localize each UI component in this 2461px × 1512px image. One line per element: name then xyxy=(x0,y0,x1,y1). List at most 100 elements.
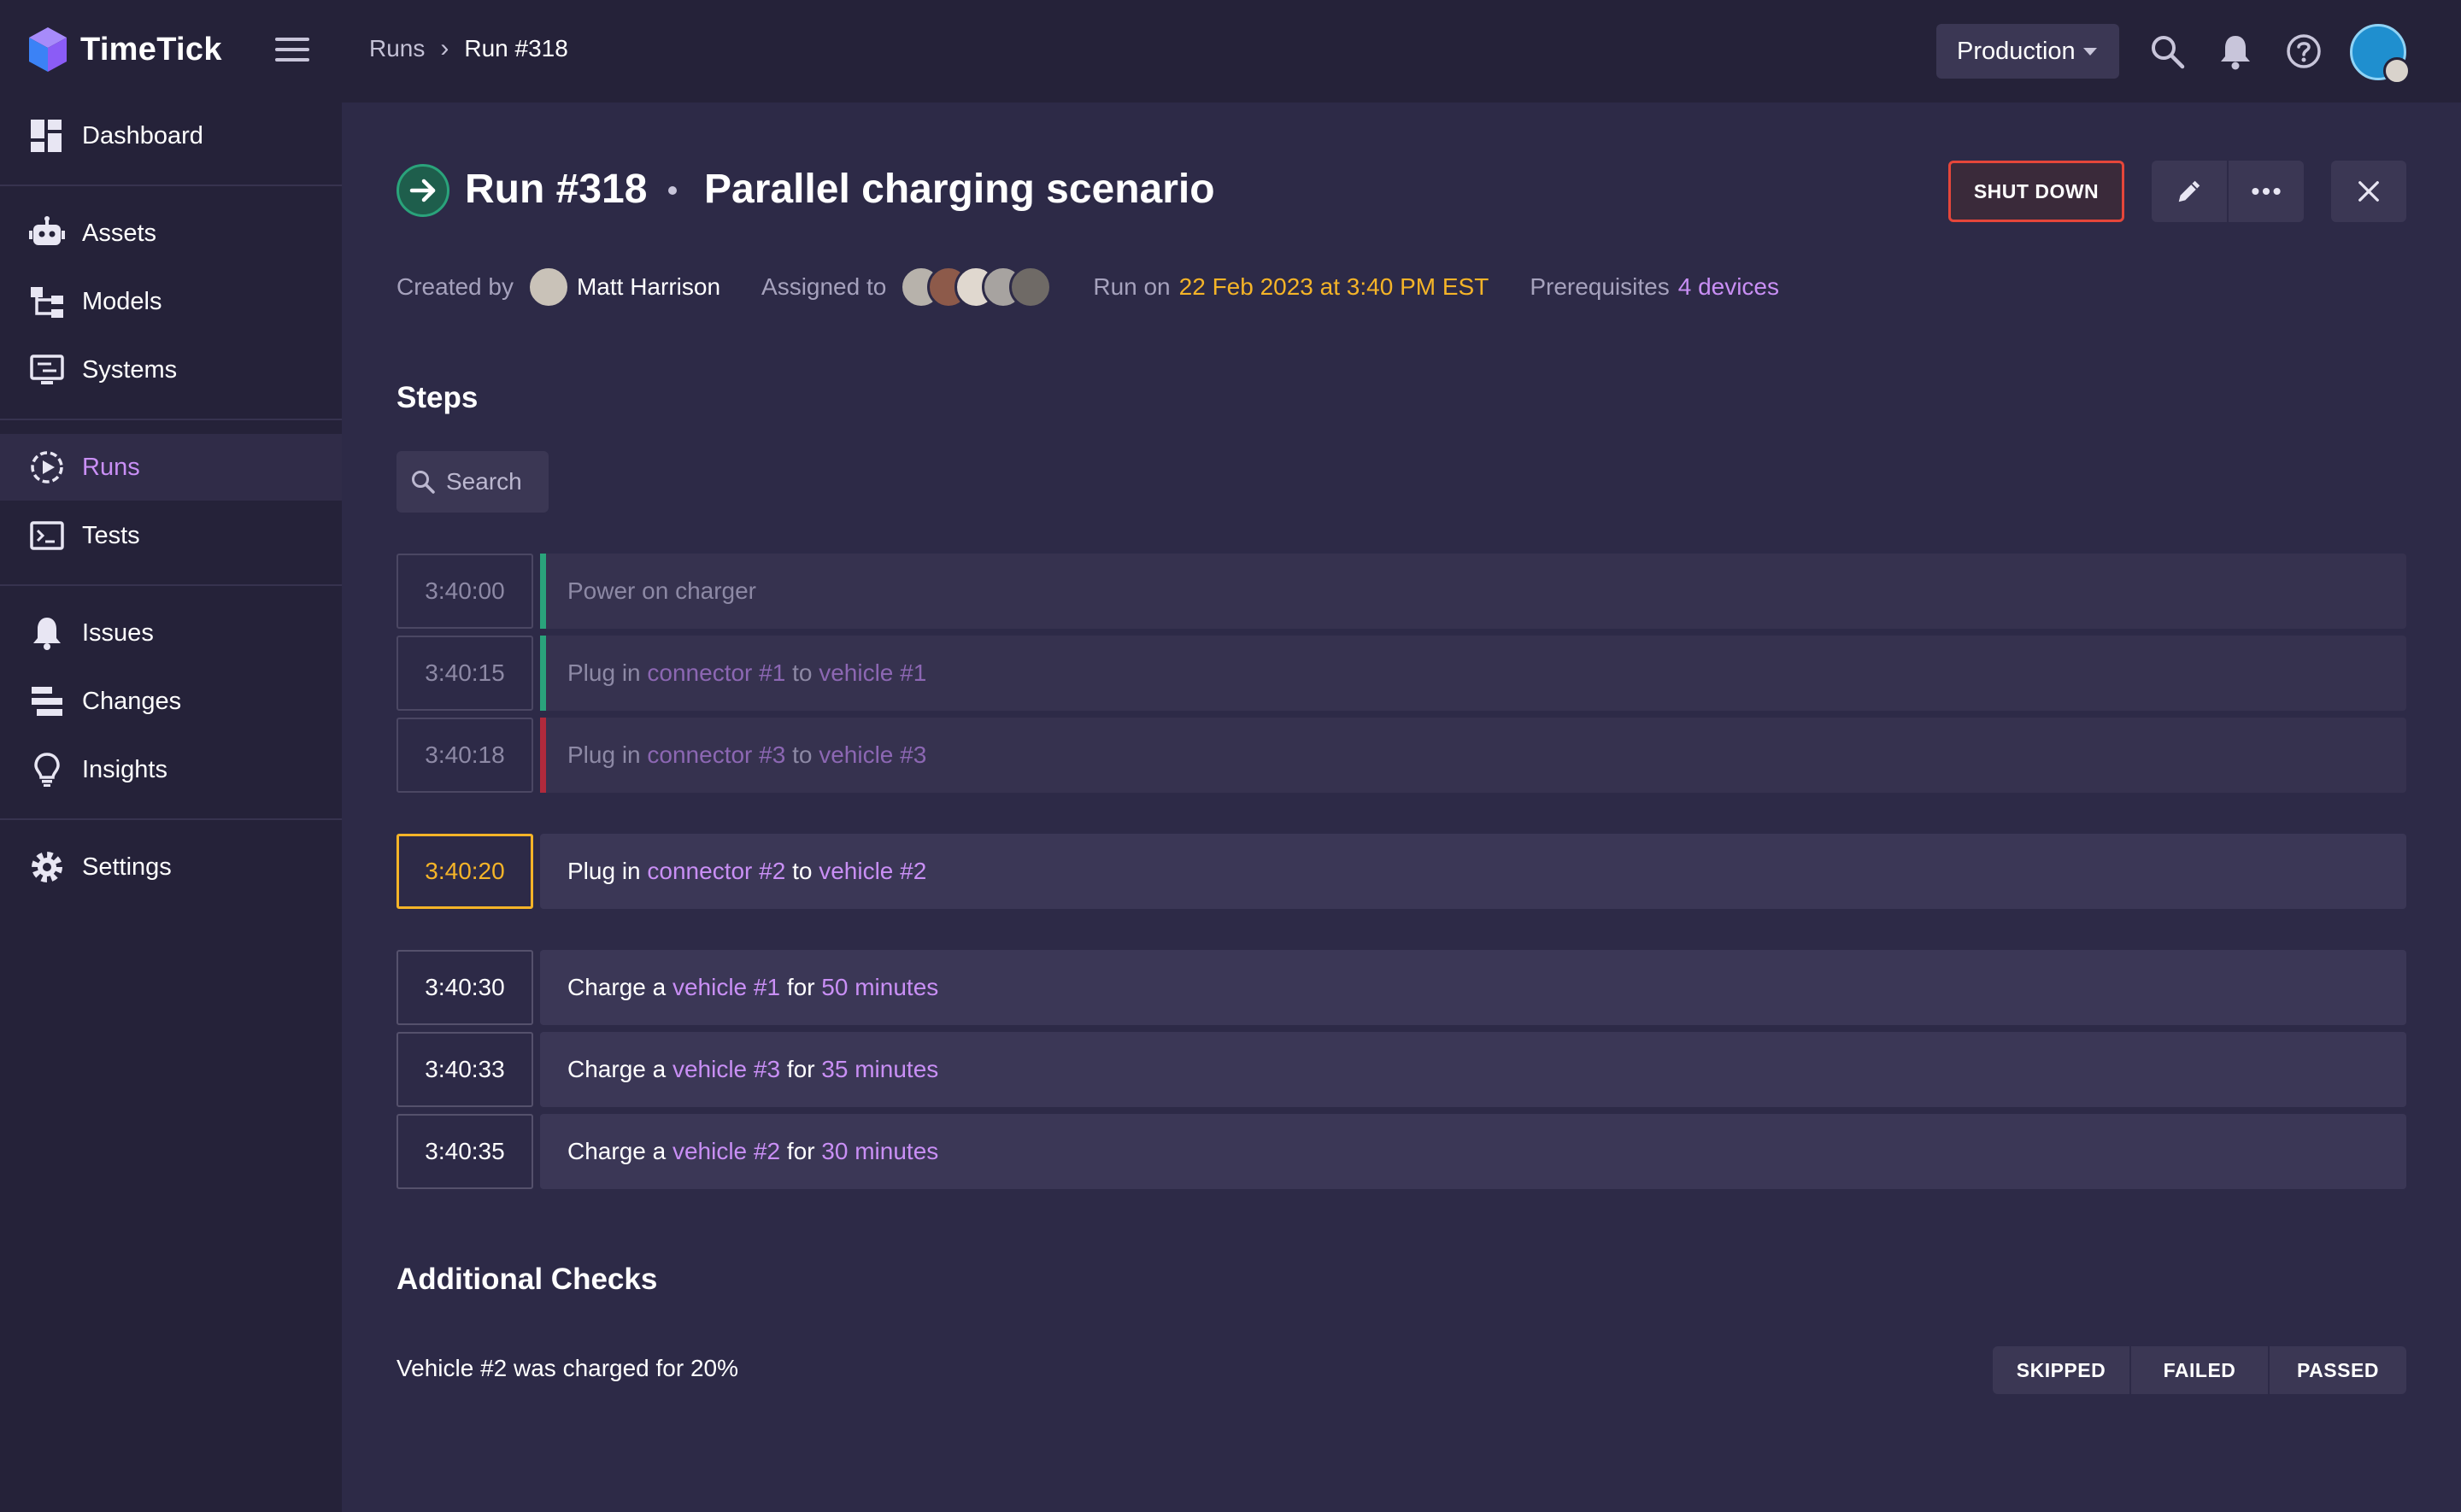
run-status-icon xyxy=(396,164,449,217)
step-text: for xyxy=(780,974,822,1000)
step-description: Plug in connector #2 to vehicle #2 xyxy=(540,834,2406,909)
sidebar-item-label: Models xyxy=(82,287,162,315)
step-time[interactable]: 3:40:15 xyxy=(396,636,533,711)
sidebar-item-changes[interactable]: Changes xyxy=(0,668,342,735)
sidebar-item-systems[interactable]: Systems xyxy=(0,337,342,403)
step-text: Charge a xyxy=(567,1056,673,1082)
sidebar-item-assets[interactable]: Assets xyxy=(0,200,342,267)
environment-select-value: Production xyxy=(1957,37,2076,65)
close-button[interactable] xyxy=(2331,161,2406,222)
terminal-icon xyxy=(30,521,64,550)
step-text: to xyxy=(785,659,819,686)
step-row[interactable]: 3:40:00 Power on charger xyxy=(396,554,2406,629)
title-separator-dot xyxy=(668,186,677,195)
environment-select[interactable]: Production xyxy=(1936,24,2119,79)
assignee-avatar[interactable] xyxy=(1009,266,1053,308)
step-description: Power on charger xyxy=(540,554,2406,629)
step-time[interactable]: 3:40:18 xyxy=(396,718,533,793)
passed-button[interactable]: PASSED xyxy=(2270,1346,2406,1394)
step-text: to xyxy=(785,741,819,768)
search-placeholder: Search xyxy=(446,468,522,495)
step-entity-link[interactable]: vehicle #3 xyxy=(819,741,926,769)
step-description: Charge a vehicle #2 for 30 minutes xyxy=(540,1114,2406,1189)
arrow-right-icon xyxy=(409,179,436,202)
edit-button[interactable] xyxy=(2152,161,2227,222)
step-time[interactable]: 3:40:33 xyxy=(396,1032,533,1107)
step-entity-link[interactable]: connector #3 xyxy=(647,741,785,769)
step-description: Plug in connector #3 to vehicle #3 xyxy=(540,718,2406,793)
sidebar-item-label: Insights xyxy=(82,755,167,783)
step-time[interactable]: 3:40:20 xyxy=(396,834,533,909)
sidebar-item-label: Assets xyxy=(82,219,157,247)
prerequisites-link[interactable]: 4 devices xyxy=(1678,273,1779,301)
step-time[interactable]: 3:40:30 xyxy=(396,950,533,1025)
step-time[interactable]: 3:40:35 xyxy=(396,1114,533,1189)
sidebar-item-insights[interactable]: Insights xyxy=(0,736,342,803)
nav-divider xyxy=(0,419,342,420)
step-text: Charge a xyxy=(567,974,673,1000)
dashboard-icon xyxy=(31,120,62,152)
step-entity-link[interactable]: 30 minutes xyxy=(821,1138,938,1165)
step-text: Power on charger xyxy=(567,577,757,604)
sidebar-item-dashboard[interactable]: Dashboard xyxy=(0,103,342,169)
robot-icon xyxy=(29,216,65,245)
step-entity-link[interactable]: vehicle #1 xyxy=(819,659,926,687)
assignee-avatars[interactable] xyxy=(900,266,1053,308)
sidebar-item-models[interactable]: Models xyxy=(0,268,342,335)
run-on-date: 22 Feb 2023 at 3:40 PM EST xyxy=(1178,273,1489,300)
breadcrumb-runs-link[interactable]: Runs xyxy=(369,35,425,62)
failed-button[interactable]: FAILED xyxy=(2131,1346,2268,1394)
step-time[interactable]: 3:40:00 xyxy=(396,554,533,629)
prerequisites-label: Prerequisites xyxy=(1530,273,1670,300)
search-icon[interactable] xyxy=(2148,32,2186,70)
step-entity-link[interactable]: 50 minutes xyxy=(821,974,938,1001)
creator-avatar[interactable] xyxy=(526,266,570,308)
step-entity-link[interactable]: vehicle #2 xyxy=(673,1138,780,1165)
step-description: Charge a vehicle #1 for 50 minutes xyxy=(540,950,2406,1025)
step-status-bar xyxy=(540,636,546,711)
nav-divider xyxy=(0,185,342,186)
sidebar-item-issues[interactable]: Issues xyxy=(0,600,342,666)
step-description: Charge a vehicle #3 for 35 minutes xyxy=(540,1032,2406,1107)
step-entity-link[interactable]: vehicle #1 xyxy=(673,974,780,1001)
menu-toggle-icon[interactable] xyxy=(275,38,309,65)
step-row[interactable]: 3:40:33 Charge a vehicle #3 for 35 minute… xyxy=(396,1032,2406,1107)
shut-down-button[interactable]: SHUT DOWN xyxy=(1948,161,2124,222)
sidebar-item-label: Systems xyxy=(82,355,178,384)
notifications-bell-icon[interactable] xyxy=(2217,32,2254,70)
step-status-bar xyxy=(540,718,546,793)
step-row[interactable]: 3:40:18 Plug in connector #3 to vehicle #… xyxy=(396,718,2406,793)
user-avatar[interactable] xyxy=(2350,24,2411,85)
breadcrumb: Runs › Run #318 xyxy=(369,34,568,63)
run-meta: Created by Matt Harrison Assigned to Run… xyxy=(396,265,1779,309)
step-text: to xyxy=(785,858,819,884)
pencil-icon xyxy=(2178,180,2200,202)
sidebar-item-tests[interactable]: Tests xyxy=(0,502,342,569)
hierarchy-icon xyxy=(31,287,63,318)
step-entity-link[interactable]: vehicle #2 xyxy=(819,858,926,885)
run-on-label: Run on xyxy=(1093,273,1171,300)
additional-checks-heading: Additional Checks xyxy=(396,1263,658,1296)
step-row[interactable]: 3:40:30 Charge a vehicle #1 for 50 minute… xyxy=(396,950,2406,1025)
more-horizontal-icon xyxy=(2252,187,2281,196)
sidebar-item-runs[interactable]: Runs xyxy=(0,434,342,501)
step-text: Charge a xyxy=(567,1138,673,1164)
gear-icon xyxy=(32,852,62,882)
steps-search-input[interactable]: Search xyxy=(396,451,549,513)
created-by-label: Created by xyxy=(396,273,514,300)
more-options-button[interactable] xyxy=(2229,161,2304,222)
skipped-button[interactable]: SKIPPED xyxy=(1993,1346,2129,1394)
sidebar-item-settings[interactable]: Settings xyxy=(0,834,342,900)
step-entity-link[interactable]: connector #2 xyxy=(647,858,785,885)
step-entity-link[interactable]: 35 minutes xyxy=(821,1056,938,1083)
user-avatar-badge xyxy=(2383,57,2411,85)
step-entity-link[interactable]: vehicle #3 xyxy=(673,1056,780,1083)
app-logo[interactable]: TimeTick xyxy=(27,26,222,73)
step-row[interactable]: 3:40:20 Plug in connector #2 to vehicle #… xyxy=(396,834,2406,909)
step-row[interactable]: 3:40:35 Charge a vehicle #2 for 30 minute… xyxy=(396,1114,2406,1189)
sidebar-item-label: Runs xyxy=(82,453,140,481)
help-icon[interactable] xyxy=(2285,32,2323,70)
step-row[interactable]: 3:40:15 Plug in connector #1 to vehicle #… xyxy=(396,636,2406,711)
creator-name[interactable]: Matt Harrison xyxy=(577,273,720,301)
step-entity-link[interactable]: connector #1 xyxy=(647,659,785,687)
